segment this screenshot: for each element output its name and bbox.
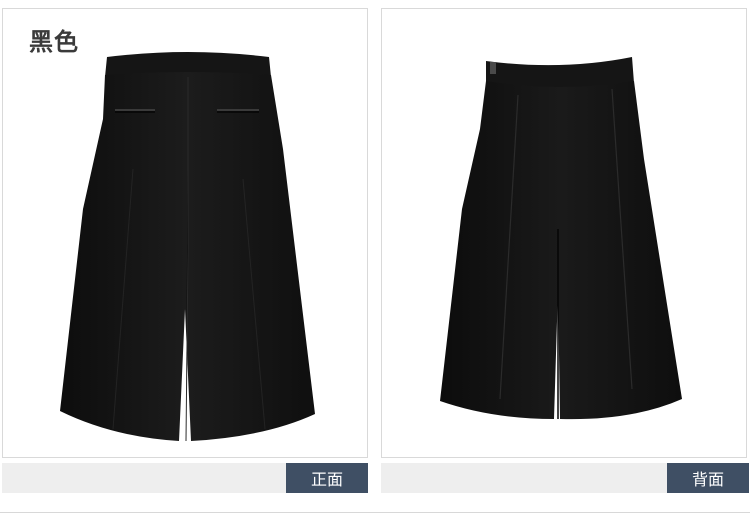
back-view-panel (381, 8, 747, 458)
bottom-divider (0, 512, 750, 513)
back-culottes-image (440, 57, 682, 420)
front-culottes-image (60, 52, 315, 442)
back-view-label: 背面 (667, 463, 749, 493)
front-view-label: 正面 (286, 463, 368, 493)
front-view-panel: 黑色 (2, 8, 368, 458)
